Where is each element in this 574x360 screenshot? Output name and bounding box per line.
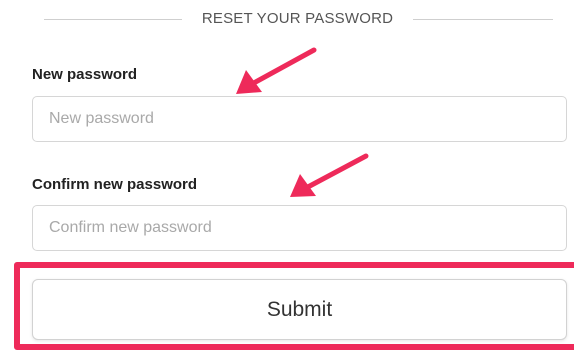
pointer-arrow-icon <box>290 153 369 197</box>
annotation-arrows <box>236 47 369 197</box>
pointer-arrow-icon <box>236 47 317 94</box>
